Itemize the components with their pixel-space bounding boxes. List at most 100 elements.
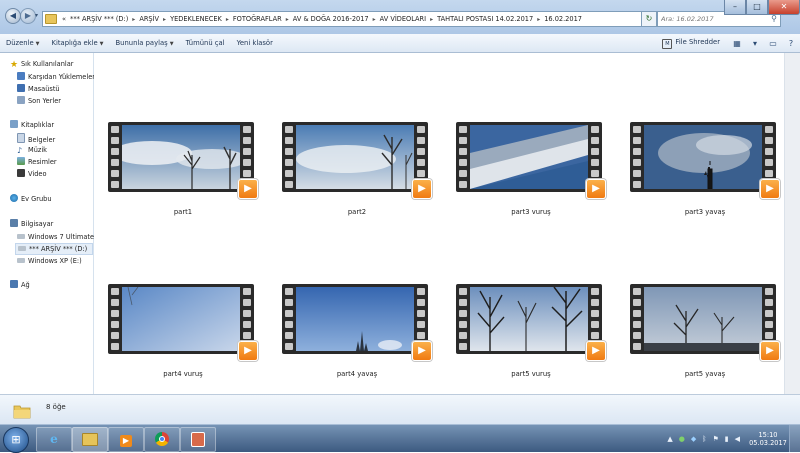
forward-button[interactable]: ▶: [20, 8, 36, 24]
taskbar-app-chrome[interactable]: [144, 427, 180, 452]
taskbar-app-windows-explorer[interactable]: [72, 427, 108, 452]
file-name: part5 vuruş: [511, 370, 551, 378]
chrome-icon: [154, 431, 170, 447]
video-file-item[interactable]: ▶ part5 yavaş: [630, 284, 780, 378]
nav-homegroup[interactable]: Ev Grubu: [10, 194, 52, 204]
video-file-item[interactable]: ▶ part5 vuruş: [456, 284, 606, 378]
breadcrumb-item[interactable]: YEDEKLENECEK: [168, 15, 224, 23]
action-center-icon[interactable]: ⚑: [712, 435, 718, 443]
share-with-button[interactable]: Bununla paylaş ▼: [110, 39, 180, 47]
close-button[interactable]: ✕: [768, 0, 800, 15]
app-tray-icon[interactable]: ●: [679, 435, 685, 443]
nav-item-recent[interactable]: Son Yerler: [17, 96, 61, 106]
preview-pane-icon[interactable]: ▭: [766, 39, 780, 48]
nav-label: Müzik: [28, 146, 47, 154]
vertical-scrollbar[interactable]: [784, 53, 800, 394]
start-button[interactable]: ⊞: [3, 427, 29, 453]
show-desktop-button[interactable]: [789, 425, 800, 452]
windows-explorer-icon: [82, 431, 98, 447]
video-file-item[interactable]: ▶ part2: [282, 122, 432, 216]
breadcrumb-separator-icon[interactable]: ▸: [161, 16, 168, 23]
minimize-button[interactable]: –: [724, 0, 746, 15]
help-icon[interactable]: ?: [784, 39, 798, 48]
breadcrumb-item[interactable]: AV VİDEOLARI: [378, 15, 428, 23]
nav-item-downloads[interactable]: Karşıdan Yüklemeler: [17, 72, 95, 82]
add-to-library-button[interactable]: Kitaplığa ekle ▼: [46, 39, 110, 47]
nav-item-drive-d[interactable]: *** ARŞİV *** (D:): [15, 243, 93, 255]
breadcrumb-separator-icon[interactable]: ▸: [224, 16, 231, 23]
music-icon: ♪: [17, 146, 23, 155]
nav-network[interactable]: Ağ: [10, 280, 30, 290]
video-file-item[interactable]: ▶ part3 yavaş: [630, 122, 780, 216]
breadcrumb-item[interactable]: AV & DOĞA 2016-2017: [291, 15, 371, 23]
maximize-button[interactable]: □: [746, 0, 768, 15]
breadcrumb-item[interactable]: FOTOĞRAFLAR: [231, 15, 284, 23]
nav-label: *** ARŞİV *** (D:): [29, 245, 88, 253]
breadcrumb[interactable]: « *** ARŞİV *** (D:) ▸ ARŞİV ▸ YEDEKLENE…: [42, 11, 642, 27]
share-with-label: Bununla paylaş: [115, 39, 168, 47]
internet-explorer-icon: e: [50, 432, 58, 446]
nav-item-video[interactable]: Video: [17, 169, 46, 179]
calculator-icon: [190, 431, 206, 447]
search-icon[interactable]: ⚲: [771, 14, 777, 23]
breadcrumb-overflow[interactable]: «: [60, 15, 68, 23]
clock-time: 15:10: [758, 430, 778, 439]
item-count: 8 öğe: [46, 403, 66, 411]
show-hidden-icons-icon[interactable]: ▲: [667, 435, 672, 443]
nav-label: Sık Kullanılanlar: [21, 60, 74, 68]
nav-label: Windows XP (E:): [28, 257, 82, 265]
drive-icon: [17, 234, 25, 239]
nav-libraries[interactable]: Kitaplıklar: [10, 120, 54, 130]
breadcrumb-separator-icon[interactable]: ▸: [428, 16, 435, 23]
network-icon[interactable]: ▮: [725, 435, 729, 443]
back-button[interactable]: ◀: [5, 8, 21, 24]
video-file-item[interactable]: ▶ part3 vuruş: [456, 122, 606, 216]
view-options-icon[interactable]: ▦: [730, 39, 744, 48]
nav-label: Windows 7 Ultimate: [28, 233, 95, 241]
nav-item-pictures[interactable]: Resimler: [17, 157, 57, 167]
nav-item-drive-e[interactable]: Windows XP (E:): [17, 256, 82, 266]
libraries-icon: [10, 120, 18, 128]
bluetooth-icon[interactable]: ᛒ: [702, 435, 706, 443]
breadcrumb-item-current[interactable]: 16.02.2017: [542, 15, 584, 23]
breadcrumb-item[interactable]: ARŞİV: [137, 15, 161, 23]
breadcrumb-item[interactable]: TAHTALI POSTASI 14.02.2017: [435, 15, 535, 23]
nav-favorites[interactable]: ★ Sık Kullanılanlar: [10, 59, 74, 70]
play-icon: ▶: [760, 179, 780, 199]
nav-item-music[interactable]: ♪ Müzik: [17, 145, 47, 155]
file-list[interactable]: ▶ part1 ▶ part2 ▶ part3 vuruş ▶ part3 ya…: [94, 53, 784, 394]
drive-icon: [18, 246, 26, 251]
video-thumbnail: [470, 287, 588, 351]
organize-button[interactable]: Düzenle ▼: [0, 39, 46, 47]
nav-item-documents[interactable]: Belgeler: [17, 133, 55, 144]
breadcrumb-item[interactable]: *** ARŞİV *** (D:): [68, 15, 130, 23]
refresh-button[interactable]: ↻: [641, 11, 657, 27]
taskbar-app-calculator[interactable]: [180, 427, 216, 452]
play-icon: ▶: [412, 341, 432, 361]
video-file-item[interactable]: ▶ part4 yavaş: [282, 284, 432, 378]
taskbar-app-media-player[interactable]: ▶: [108, 427, 144, 452]
nav-computer[interactable]: Bilgisayar: [10, 219, 53, 229]
history-dropdown-icon[interactable]: ▾: [35, 12, 38, 19]
play-icon: ▶: [238, 179, 258, 199]
network-icon: [10, 280, 18, 288]
nav-item-drive-c[interactable]: Windows 7 Ultimate: [17, 232, 94, 242]
film-strip-icon: [108, 284, 254, 354]
taskbar-app-internet-explorer[interactable]: e: [36, 427, 72, 452]
breadcrumb-separator-icon[interactable]: ▸: [130, 16, 137, 23]
clock[interactable]: 15:10 05.03.2017: [747, 431, 789, 447]
nav-item-desktop[interactable]: Masaüstü: [17, 84, 60, 94]
security-icon[interactable]: ◆: [691, 435, 696, 443]
new-folder-button[interactable]: Yeni klasör: [231, 39, 279, 47]
chevron-down-icon: ▼: [169, 41, 174, 47]
navigation-pane: ★ Sık Kullanılanlar Karşıdan Yüklemeler M…: [0, 53, 95, 394]
video-file-item[interactable]: ▶ part4 vuruş: [108, 284, 258, 378]
view-dropdown-icon[interactable]: ▾: [748, 39, 762, 48]
breadcrumb-separator-icon[interactable]: ▸: [535, 16, 542, 23]
play-all-button[interactable]: Tümünü çal: [180, 39, 231, 47]
volume-icon[interactable]: ◀: [735, 435, 740, 443]
file-shredder-button[interactable]: M File Shredder: [654, 38, 728, 49]
breadcrumb-separator-icon[interactable]: ▸: [371, 16, 378, 23]
video-file-item[interactable]: ▶ part1: [108, 122, 258, 216]
breadcrumb-separator-icon[interactable]: ▸: [284, 16, 291, 23]
